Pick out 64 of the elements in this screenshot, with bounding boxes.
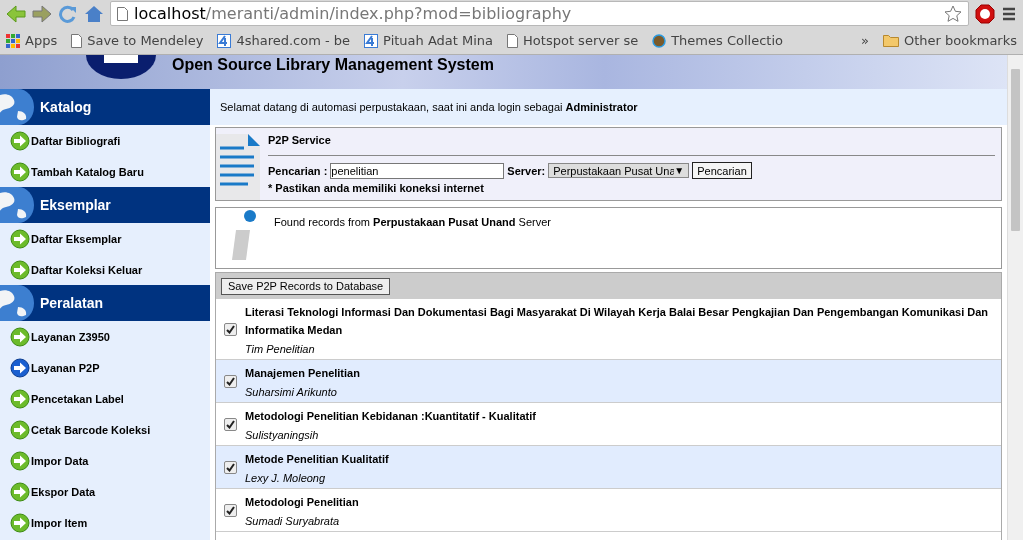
apps-grid-icon bbox=[6, 33, 20, 48]
url-text: localhost/meranti/admin/index.php?mod=bibliography bbox=[134, 4, 572, 23]
section-title: Eksemplar bbox=[40, 197, 111, 213]
record-author: Sulistyaningsih bbox=[245, 429, 320, 441]
section-title: Peralatan bbox=[40, 295, 104, 311]
info-text: Found records from Perpustakaan Pusat Unand Server bbox=[274, 216, 551, 230]
bookmark-link[interactable]: Save to Mendeley bbox=[87, 33, 204, 48]
star-icon[interactable] bbox=[944, 4, 962, 23]
folder-icon bbox=[883, 34, 899, 47]
page-icon bbox=[507, 33, 519, 48]
checkbox[interactable] bbox=[224, 417, 237, 431]
menu-link[interactable]: Ekspor Data bbox=[0, 476, 210, 507]
page-icon bbox=[117, 6, 128, 21]
page-icon bbox=[71, 33, 83, 48]
bookmark-link[interactable]: Apps bbox=[25, 33, 58, 48]
menu-link[interactable]: Daftar Bibliografi bbox=[0, 125, 210, 156]
menu-link[interactable]: Impor Data bbox=[0, 445, 210, 476]
panel-title: P2P Service bbox=[268, 134, 332, 148]
bookmark-link[interactable]: 4shared.com - be bbox=[236, 33, 351, 48]
welcome-text: Selamat datang di automasi perpustakaan, saat ini anda login sebagai Administrator bbox=[220, 101, 638, 113]
home-icon[interactable] bbox=[84, 4, 104, 23]
server-label: Server: bbox=[507, 164, 546, 177]
more-bookmarks-button[interactable]: » bbox=[861, 33, 869, 48]
checkbox[interactable] bbox=[224, 503, 237, 517]
menu-link[interactable]: Impor Item bbox=[0, 507, 210, 538]
checkbox[interactable] bbox=[224, 374, 237, 388]
logo-icon bbox=[86, 55, 156, 79]
search-label: Pencarian : bbox=[268, 164, 328, 177]
bookmark-link[interactable]: Themes Collectio bbox=[671, 33, 783, 48]
scrollbar[interactable] bbox=[1007, 55, 1023, 540]
menu-link[interactable]: Layanan Z3950 bbox=[0, 321, 210, 352]
menu-link[interactable]: Tambah Katalog Baru bbox=[0, 156, 210, 187]
checkbox[interactable] bbox=[224, 322, 237, 336]
record-title: Manajemen Penelitian bbox=[245, 366, 360, 381]
section-title: Katalog bbox=[40, 99, 92, 115]
menu-link[interactable]: Daftar Eksemplar bbox=[0, 223, 210, 254]
menu-link[interactable]: Layanan P2P bbox=[0, 352, 210, 383]
header-title: Open Source Library Management System bbox=[172, 56, 494, 74]
theme-icon bbox=[652, 33, 667, 48]
bookmark-folder[interactable]: Other bookmarks bbox=[904, 33, 1017, 48]
menu-link[interactable]: Cetak Barcode Koleksi bbox=[0, 414, 210, 445]
record-author: Tim Penelitian bbox=[245, 343, 316, 355]
menu-icon[interactable] bbox=[1001, 5, 1017, 22]
record-title: Metodologi Penelitian bbox=[245, 495, 359, 510]
search-button[interactable]: Pencarian bbox=[692, 162, 752, 179]
record-author: Suharsimi Arikunto bbox=[245, 386, 338, 398]
address-bar[interactable]: localhost/meranti/admin/index.php?mod=bibliography bbox=[110, 1, 969, 26]
menu-link[interactable]: Pencetakan Label bbox=[0, 383, 210, 414]
record-author: Sumadi Suryabrata bbox=[245, 515, 341, 527]
record-title: Metode Penelitian Kualitatif bbox=[245, 452, 389, 467]
bookmark-link[interactable]: Pituah Adat Mina bbox=[383, 33, 494, 48]
four-icon bbox=[364, 33, 379, 48]
record-title: Literasi Teknologi Informasi Dan Dokumentasi Bagi Masyarakat Di Wilayah Kerja Balai Besar Pengkajian Dan Pengembangan Komunikasi Dan Informatika Medan bbox=[245, 305, 990, 338]
forward-arrow-icon[interactable] bbox=[32, 4, 52, 23]
info-icon bbox=[232, 210, 256, 262]
record-title: Metodologi Penelitian Kebidanan :Kuantitatif - Kualitatif bbox=[245, 409, 536, 424]
connection-note: * Pastikan anda memiliki koneksi internet bbox=[268, 182, 485, 194]
checkbox[interactable] bbox=[224, 460, 237, 474]
four-icon bbox=[217, 33, 232, 48]
save-button[interactable]: Save P2P Records to Database bbox=[221, 277, 391, 295]
menu-link[interactable]: Daftar Koleksi Keluar bbox=[0, 254, 210, 285]
bookmark-link[interactable]: Hotspot server se bbox=[523, 33, 639, 48]
record-author: Lexy J. Moleong bbox=[245, 472, 327, 484]
search-field[interactable]: penelitian bbox=[330, 162, 505, 179]
